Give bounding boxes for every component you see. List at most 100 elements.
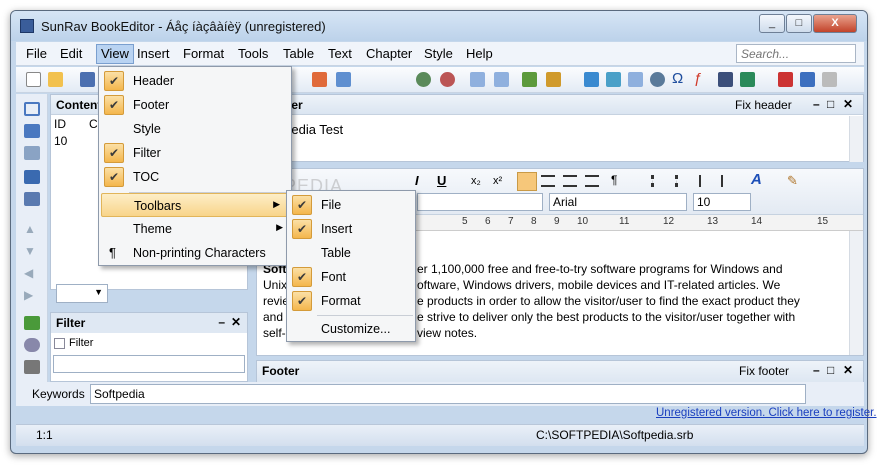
close-icon[interactable]: ✕ xyxy=(843,97,853,111)
menu-tools[interactable]: Tools xyxy=(238,46,268,61)
editor-scrollbar[interactable] xyxy=(849,231,863,355)
arrow-right-icon[interactable]: ▶ xyxy=(24,288,40,302)
open-folder-icon[interactable] xyxy=(48,72,63,87)
page-break-icon[interactable] xyxy=(800,72,815,87)
horizontal-line-icon[interactable] xyxy=(778,72,793,87)
view-menu-item-header[interactable]: ✔ Header xyxy=(99,69,291,93)
view-menu-item-non-printing[interactable]: ¶ Non-printing Characters xyxy=(99,241,291,265)
folder-view-icon[interactable] xyxy=(24,102,40,116)
page-icon[interactable] xyxy=(822,72,837,87)
highlight-icon[interactable]: ✎ xyxy=(787,173,798,189)
insert-image-icon[interactable] xyxy=(312,72,327,87)
align-right-icon[interactable] xyxy=(563,175,577,187)
keywords-input[interactable]: Softpedia xyxy=(90,384,806,404)
formula-icon[interactable]: ƒ xyxy=(694,70,702,87)
view-menu-item-filter[interactable]: ✔ Filter xyxy=(99,141,291,165)
filter-input[interactable] xyxy=(53,355,245,373)
contents-combo[interactable]: ▼ xyxy=(56,284,108,303)
print-icon[interactable] xyxy=(24,360,40,374)
superscript-icon[interactable]: x² xyxy=(493,175,502,187)
menu-file[interactable]: File xyxy=(26,46,47,61)
menu-insert[interactable]: Insert xyxy=(137,46,170,61)
search-input[interactable] xyxy=(736,44,856,63)
subscript-icon[interactable]: x₂ xyxy=(471,175,481,187)
omega-icon[interactable]: Ω xyxy=(672,70,683,87)
font-color-icon[interactable]: A xyxy=(751,171,762,188)
link-icon[interactable] xyxy=(416,72,431,87)
tree-collapse-icon[interactable] xyxy=(24,146,40,160)
close-icon[interactable]: ✕ xyxy=(843,363,853,377)
unlink-icon[interactable] xyxy=(440,72,455,87)
arrow-up-icon[interactable]: ▲ xyxy=(24,222,40,236)
align-justify-icon[interactable] xyxy=(585,175,599,187)
menu-help[interactable]: Help xyxy=(466,46,493,61)
save-icon[interactable] xyxy=(80,72,95,87)
table-row[interactable]: 10 xyxy=(54,134,67,148)
edit-icon[interactable] xyxy=(336,72,351,87)
align-center-icon[interactable] xyxy=(541,175,555,187)
toolbars-item-customize[interactable]: Customize... xyxy=(287,317,415,341)
toolbars-item-table[interactable]: Table xyxy=(287,241,415,265)
insert-row-icon[interactable] xyxy=(470,72,485,87)
pin-icon[interactable]: – xyxy=(218,315,225,329)
toolbars-item-font[interactable]: ✔ Font xyxy=(287,265,415,289)
view-menu-item-toc[interactable]: ✔ TOC xyxy=(99,165,291,189)
image-frame-icon[interactable] xyxy=(740,72,755,87)
view-menu-item-footer[interactable]: ✔ Footer xyxy=(99,93,291,117)
document-icon[interactable] xyxy=(606,72,621,87)
add-chapter-icon[interactable] xyxy=(522,72,537,87)
toolbars-item-insert[interactable]: ✔ Insert xyxy=(287,217,415,241)
toolbars-item-file[interactable]: ✔ File xyxy=(287,193,415,217)
numbered-list-icon[interactable] xyxy=(675,175,689,187)
maximize-icon[interactable]: □ xyxy=(827,363,834,377)
menu-style[interactable]: Style xyxy=(424,46,453,61)
close-icon[interactable]: ✕ xyxy=(231,315,241,329)
edit-chapter-icon[interactable] xyxy=(546,72,561,87)
arrow-left-icon[interactable]: ◀ xyxy=(24,266,40,280)
pin-icon[interactable]: – xyxy=(813,97,820,111)
frame-icon[interactable] xyxy=(718,72,733,87)
indent-increase-icon[interactable] xyxy=(721,175,735,187)
italic-icon[interactable]: I xyxy=(415,173,419,188)
picture-icon[interactable] xyxy=(584,72,599,87)
symbol-icon[interactable] xyxy=(650,72,665,87)
arrow-down-icon[interactable]: ▼ xyxy=(24,244,40,258)
underline-icon[interactable]: U xyxy=(437,173,446,188)
fix-footer-label[interactable]: Fix footer xyxy=(739,364,789,378)
register-link[interactable]: Unregistered version. Click here to regi… xyxy=(656,407,877,419)
insert-column-icon[interactable] xyxy=(494,72,509,87)
screen-icon[interactable] xyxy=(24,192,40,206)
minimize-button[interactable]: _ xyxy=(759,14,785,33)
maximize-icon[interactable]: □ xyxy=(827,97,834,111)
menu-format[interactable]: Format xyxy=(183,46,224,61)
view-menu-item-theme[interactable]: Theme ▶ xyxy=(99,217,291,241)
table-icon[interactable] xyxy=(628,72,643,87)
indent-decrease-icon[interactable] xyxy=(699,175,713,187)
tree-icon[interactable] xyxy=(24,124,40,138)
column-id[interactable]: ID xyxy=(54,117,66,131)
editor-body[interactable]: er 1,100,000 free and free-to-try softwa… xyxy=(417,261,847,341)
menu-view[interactable]: View xyxy=(96,44,134,64)
bullet-list-icon[interactable] xyxy=(651,175,665,187)
menu-text[interactable]: Text xyxy=(328,46,352,61)
filter-apply-icon[interactable] xyxy=(24,316,40,330)
header-scrollbar[interactable] xyxy=(849,116,863,162)
paragraph-icon[interactable]: ¶ xyxy=(611,173,617,187)
style-select[interactable] xyxy=(417,193,543,211)
align-left-icon[interactable] xyxy=(517,172,537,191)
fix-header-label[interactable]: Fix header xyxy=(735,98,792,112)
close-button[interactable]: X xyxy=(813,14,857,33)
column-c[interactable]: C xyxy=(89,117,98,131)
new-file-icon[interactable] xyxy=(26,72,41,87)
pin-icon[interactable]: – xyxy=(813,363,820,377)
menu-table[interactable]: Table xyxy=(283,46,314,61)
menu-chapter[interactable]: Chapter xyxy=(366,46,412,61)
view-menu-item-toolbars[interactable]: Toolbars ▶ xyxy=(101,193,289,217)
maximize-button[interactable]: □ xyxy=(786,14,812,33)
toolbars-item-format[interactable]: ✔ Format xyxy=(287,289,415,313)
menu-edit[interactable]: Edit xyxy=(60,46,82,61)
search-filter-icon[interactable] xyxy=(24,338,40,352)
view-menu-item-style[interactable]: Style xyxy=(99,117,291,141)
move-icon[interactable] xyxy=(24,170,40,184)
filter-checkbox[interactable] xyxy=(54,338,65,349)
